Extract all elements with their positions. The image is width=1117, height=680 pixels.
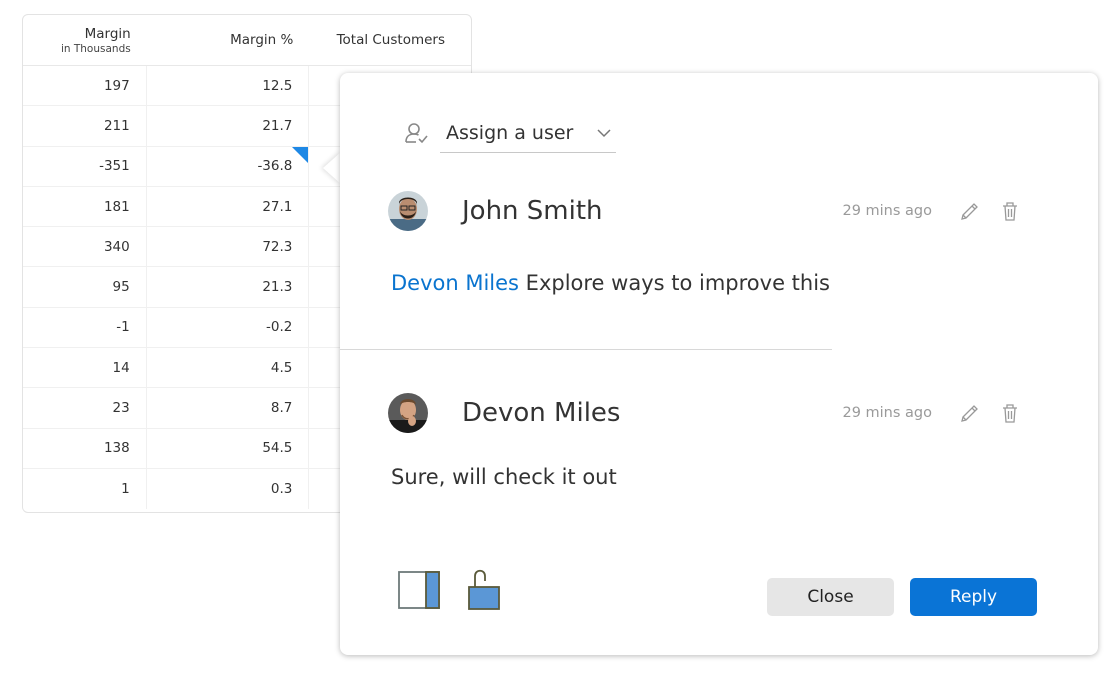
column-header-total-customers[interactable]: Total Customers [309,15,471,65]
comment-author: John Smith [462,196,603,226]
cell-margin-pct[interactable]: -36.8 [147,146,310,186]
column-label: Margin [84,25,131,42]
comment-popup: Assign a user John Smith 29 mins ago Dev… [340,73,1098,655]
panel-toggle-icon[interactable] [398,571,442,615]
cell-margin-pct[interactable]: 21.3 [147,267,310,307]
cell-margin-pct[interactable]: 21.7 [147,106,310,146]
pencil-icon[interactable] [958,401,982,425]
column-label: Total Customers [336,32,445,48]
popup-tools [398,565,526,615]
trash-icon[interactable] [998,401,1022,425]
comment-text: Devon Miles Explore ways to improve this [391,271,1038,295]
cell-margin[interactable]: 14 [23,348,147,388]
user-mention[interactable]: Devon Miles [391,271,519,295]
cell-margin[interactable]: -351 [23,146,147,186]
chevron-down-icon [597,128,611,137]
cell-margin-pct[interactable]: 4.5 [147,348,310,388]
cell-margin-pct[interactable]: 54.5 [147,428,310,468]
grid-header: Margin in Thousands Margin % Total Custo… [23,15,471,66]
reply-button[interactable]: Reply [910,578,1037,616]
comment-time: 29 mins ago [842,405,932,421]
pencil-icon[interactable] [958,199,982,223]
comment-item: Devon Miles 29 mins ago Sure, will check… [388,391,1038,489]
cell-margin[interactable]: 95 [23,267,147,307]
avatar [388,191,428,231]
column-header-margin[interactable]: Margin in Thousands [23,15,147,65]
cell-margin-pct[interactable]: 72.3 [147,227,310,267]
cell-margin-pct[interactable]: 12.5 [147,66,310,106]
cell-margin[interactable]: 138 [23,428,147,468]
unlock-icon[interactable] [467,565,501,615]
cell-margin[interactable]: 23 [23,388,147,428]
cell-margin[interactable]: 211 [23,106,147,146]
comment-indicator-icon[interactable] [292,146,309,163]
assign-user-label: Assign a user [446,121,574,144]
avatar [388,393,428,433]
cell-margin[interactable]: 340 [23,227,147,267]
cell-margin[interactable]: -1 [23,307,147,348]
comment-text: Sure, will check it out [391,465,1038,489]
comment-author: Devon Miles [462,398,621,428]
cell-margin[interactable]: 197 [23,66,147,106]
close-button[interactable]: Close [767,578,894,616]
column-label: Margin % [230,32,294,48]
trash-icon[interactable] [998,199,1022,223]
column-sublabel: in Thousands [60,42,131,55]
comment-message: Explore ways to improve this [519,271,830,295]
assign-user-dropdown[interactable]: Assign a user [440,113,616,153]
assign-user: Assign a user [404,113,616,153]
user-check-icon [404,121,430,145]
popup-pointer [323,152,341,184]
cell-margin-pct[interactable]: 27.1 [147,186,310,227]
cell-margin-pct[interactable]: 8.7 [147,388,310,428]
comment-divider [340,349,832,350]
cell-margin-pct[interactable]: -0.2 [147,307,310,348]
cell-margin[interactable]: 181 [23,186,147,227]
cell-margin-pct[interactable]: 0.3 [147,468,310,510]
comment-item: John Smith 29 mins ago Devon Miles Explo… [388,189,1038,295]
column-header-margin-pct[interactable]: Margin % [147,15,310,65]
cell-margin[interactable]: 1 [23,468,147,510]
comment-message: Sure, will check it out [391,465,617,489]
comment-time: 29 mins ago [842,203,932,219]
